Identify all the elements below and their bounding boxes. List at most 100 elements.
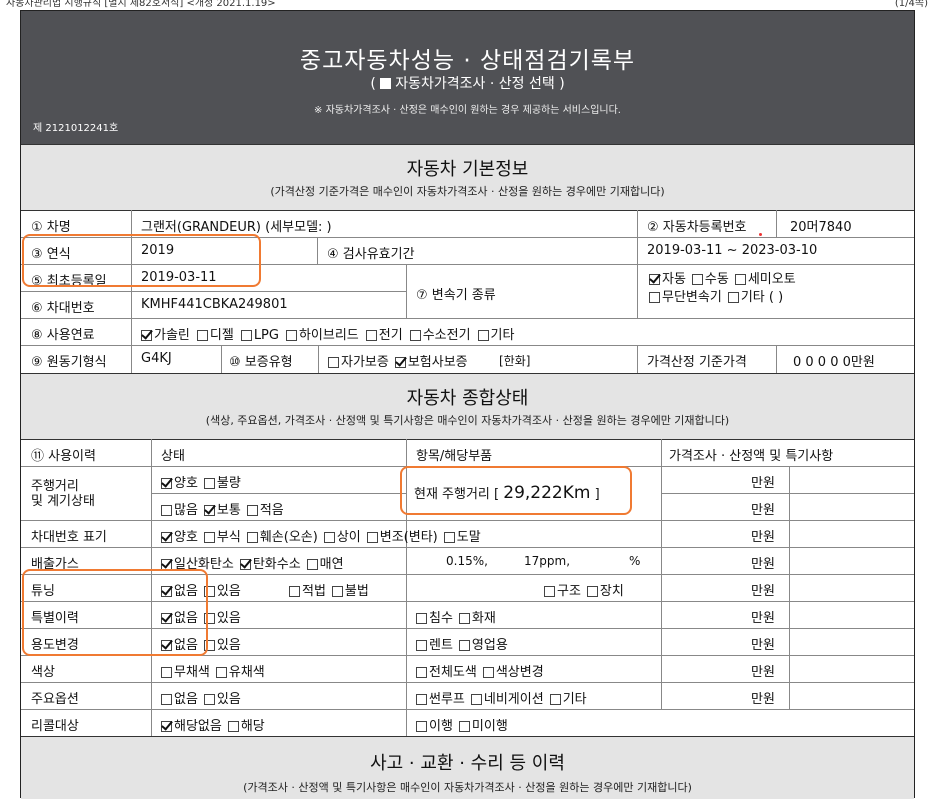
checkbox-option[interactable]: 기타 [549,692,587,707]
checkbox-icon[interactable] [161,505,172,516]
checked-box-icon[interactable] [161,478,172,489]
checkbox-option[interactable]: 불량 [203,476,241,491]
checkbox-icon[interactable] [544,586,555,597]
checkbox-option[interactable]: 있음 [203,611,241,626]
checkbox-icon[interactable] [161,694,172,705]
checkbox-option[interactable]: 수소전기 [409,328,471,343]
checkbox-icon[interactable] [470,694,482,705]
checkbox-option[interactable]: 미이행 [458,719,508,734]
checked-box-icon[interactable] [649,274,660,285]
checked-box-icon[interactable] [161,721,172,732]
checkbox-icon[interactable] [203,478,215,489]
checkbox-option[interactable]: 자가보증 [328,355,389,370]
checkbox-icon[interactable] [331,586,343,597]
checkbox-option[interactable]: LPG [240,328,279,343]
checkbox-icon[interactable] [196,330,208,341]
checkbox-option[interactable]: 하이브리드 [285,328,359,343]
checkbox-option[interactable]: 침수 [416,611,453,626]
checkbox-icon[interactable] [365,330,377,341]
checkbox-option[interactable]: 없음 [161,692,198,707]
checkbox-option[interactable]: 양호 [161,530,198,545]
checkbox-option[interactable]: 보통 [203,503,241,518]
checkbox-option[interactable]: 영업용 [458,638,508,653]
checkbox-option[interactable]: 색상변경 [482,665,544,680]
checkbox-icon[interactable] [215,667,227,678]
checkbox-option[interactable]: 도말 [443,530,481,545]
checkbox-option[interactable]: 있음 [203,584,241,599]
checkbox-icon[interactable] [649,292,660,303]
checkbox-icon[interactable] [482,667,494,678]
checkbox-option[interactable]: 디젤 [196,328,234,343]
checkbox-icon[interactable] [416,613,427,624]
checkbox-option[interactable]: 많음 [161,503,198,518]
checkbox-icon[interactable] [727,292,739,303]
checkbox-option[interactable]: 부식 [203,530,241,545]
checkbox-icon[interactable] [734,274,746,285]
checkbox-icon[interactable] [285,330,297,341]
checkbox-option[interactable]: 이행 [416,719,453,734]
checkbox-icon[interactable] [416,640,427,651]
checkbox-option[interactable]: 적법 [289,584,326,599]
checked-box-icon[interactable] [394,357,406,368]
checkbox-option[interactable]: 기타 ( ) [727,290,783,305]
checkbox-option[interactable]: 장치 [586,584,624,599]
checkbox-icon[interactable] [161,667,172,678]
checked-box-icon[interactable] [161,532,172,543]
checkbox-option[interactable]: 훼손(오손) [246,530,318,545]
checkbox-icon[interactable] [246,532,258,543]
checkbox-option[interactable]: 수동 [691,272,729,287]
checkbox-option[interactable]: 무채색 [161,665,210,680]
checkbox-icon[interactable] [458,721,470,732]
checkbox-icon[interactable] [328,357,339,368]
checkbox-option[interactable]: 화재 [458,611,496,626]
checkbox-icon[interactable] [586,586,598,597]
checkbox-option[interactable]: 있음 [203,692,241,707]
emission-percent: % [629,554,641,568]
checkbox-option[interactable]: 세미오토 [734,272,796,287]
checkbox-option[interactable]: 전기 [365,328,403,343]
checkbox-option[interactable]: 있음 [203,638,241,653]
checkbox-option[interactable]: 렌트 [416,638,453,653]
checkbox-option[interactable]: 보험사보증 [394,355,468,370]
checkbox-icon[interactable] [691,274,703,285]
checkbox-icon[interactable] [458,640,470,651]
checkbox-icon[interactable] [549,694,561,705]
checkbox-icon[interactable] [366,532,378,543]
checkbox-option[interactable]: 변조(변타) [366,530,438,545]
checkbox-option[interactable]: 자동 [649,272,686,287]
checkbox-icon[interactable] [227,721,239,732]
checkbox-option[interactable]: 전체도색 [416,665,477,680]
checkbox-icon[interactable] [203,532,215,543]
checkbox-icon[interactable] [416,721,427,732]
checkbox-option[interactable]: 탄화수소 [239,557,301,572]
checkbox-icon[interactable] [323,532,335,543]
checkbox-option[interactable]: 구조 [544,584,581,599]
checkbox-option[interactable]: 적음 [246,503,284,518]
checkbox-icon[interactable] [306,559,318,570]
checked-box-icon[interactable] [203,505,215,516]
checkbox-option[interactable]: 해당없음 [161,719,222,734]
checkbox-option[interactable]: 매연 [306,557,344,572]
checkbox-icon[interactable] [443,532,455,543]
checkbox-icon[interactable] [477,330,489,341]
checkbox-option[interactable]: 해당 [227,719,265,734]
checked-box-icon[interactable] [141,330,152,341]
checkbox-option[interactable]: 무단변속기 [649,290,722,305]
checkbox-icon[interactable] [203,694,215,705]
checkbox-icon[interactable] [416,694,427,705]
checkbox-option[interactable]: 기타 [477,328,514,343]
checkbox-option[interactable]: 상이 [323,530,361,545]
checkbox-icon[interactable] [458,613,470,624]
checkbox-icon[interactable] [289,586,300,597]
checkbox-option[interactable]: 가솔린 [141,328,190,343]
checkbox-icon[interactable] [246,505,258,516]
checkbox-option[interactable]: 양호 [161,476,198,491]
checkbox-icon[interactable] [409,330,421,341]
checkbox-option[interactable]: 썬루프 [416,692,465,707]
checkbox-option[interactable]: 유채색 [215,665,265,680]
checkbox-icon[interactable] [240,330,252,341]
checked-box-icon[interactable] [239,559,251,570]
checkbox-option[interactable]: 네비게이션 [470,692,544,707]
checkbox-option[interactable]: 불법 [331,584,369,599]
checkbox-icon[interactable] [416,667,427,678]
